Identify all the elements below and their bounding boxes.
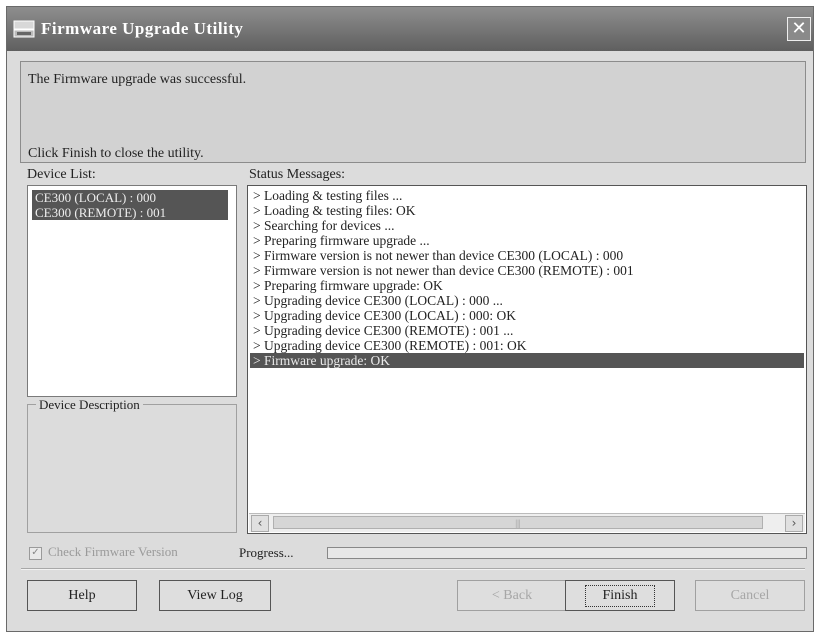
status-line[interactable]: > Loading & testing files ... [250,188,804,203]
status-line[interactable]: > Upgrading device CE300 (REMOTE) : 001 … [250,323,804,338]
status-line[interactable]: > Firmware version is not newer than dev… [250,263,804,278]
window-title: Firmware Upgrade Utility [41,19,244,38]
close-icon[interactable]: ✕ [787,17,811,41]
status-line[interactable]: > Upgrading device CE300 (REMOTE) : 001:… [250,338,804,353]
device-list-label: Device List: [27,167,96,182]
back-button: < Back [457,580,567,611]
check-firmware-checkbox: ✓ [29,546,42,560]
horizontal-scrollbar[interactable]: ‹ ||| › [249,513,805,532]
status-line[interactable]: > Searching for devices ... [250,218,804,233]
firmware-upgrade-window: Firmware Upgrade Utility ✕ The Firmware … [6,6,814,632]
result-message-panel: The Firmware upgrade was successful. Cli… [20,61,806,163]
status-line[interactable]: > Preparing firmware upgrade: OK [250,278,804,293]
scrollbar-thumb[interactable]: ||| [273,516,763,529]
view-log-button[interactable]: View Log [159,580,271,611]
success-message: The Firmware upgrade was successful. [28,72,247,87]
status-messages-box[interactable]: > Loading & testing files ... > Loading … [247,185,807,534]
device-item-remote[interactable]: CE300 (REMOTE) : 001 [32,205,228,220]
status-message-list: > Loading & testing files ... > Loading … [250,188,804,368]
status-line[interactable]: > Loading & testing files: OK [250,203,804,218]
status-line-selected[interactable]: > Firmware upgrade: OK [250,353,804,368]
status-line[interactable]: > Preparing firmware upgrade ... [250,233,804,248]
status-line[interactable]: > Upgrading device CE300 (LOCAL) : 000 .… [250,293,804,308]
check-firmware-label: Check Firmware Version [48,544,178,559]
finish-button[interactable]: Finish [565,580,675,611]
device-item-local[interactable]: CE300 (LOCAL) : 000 [32,190,228,205]
cancel-button: Cancel [695,580,805,611]
scroll-right-icon[interactable]: › [785,515,803,532]
status-line[interactable]: > Firmware version is not newer than dev… [250,248,804,263]
check-firmware-option: ✓ Check Firmware Version [29,544,178,560]
separator [21,568,805,570]
help-button[interactable]: Help [27,580,137,611]
finish-button-label: Finish [585,585,655,607]
progress-bar [327,547,807,559]
instruction-message: Click Finish to close the utility. [28,146,204,161]
title-bar: Firmware Upgrade Utility ✕ [7,7,813,51]
status-line[interactable]: > Upgrading device CE300 (LOCAL) : 000: … [250,308,804,323]
status-messages-label: Status Messages: [249,167,346,182]
device-description-label: Device Description [36,397,143,413]
device-description-group: Device Description [27,397,237,533]
app-icon [13,20,35,38]
device-list[interactable]: CE300 (LOCAL) : 000 CE300 (REMOTE) : 001 [27,185,237,397]
progress-label: Progress... [239,545,294,560]
scroll-left-icon[interactable]: ‹ [251,515,269,532]
